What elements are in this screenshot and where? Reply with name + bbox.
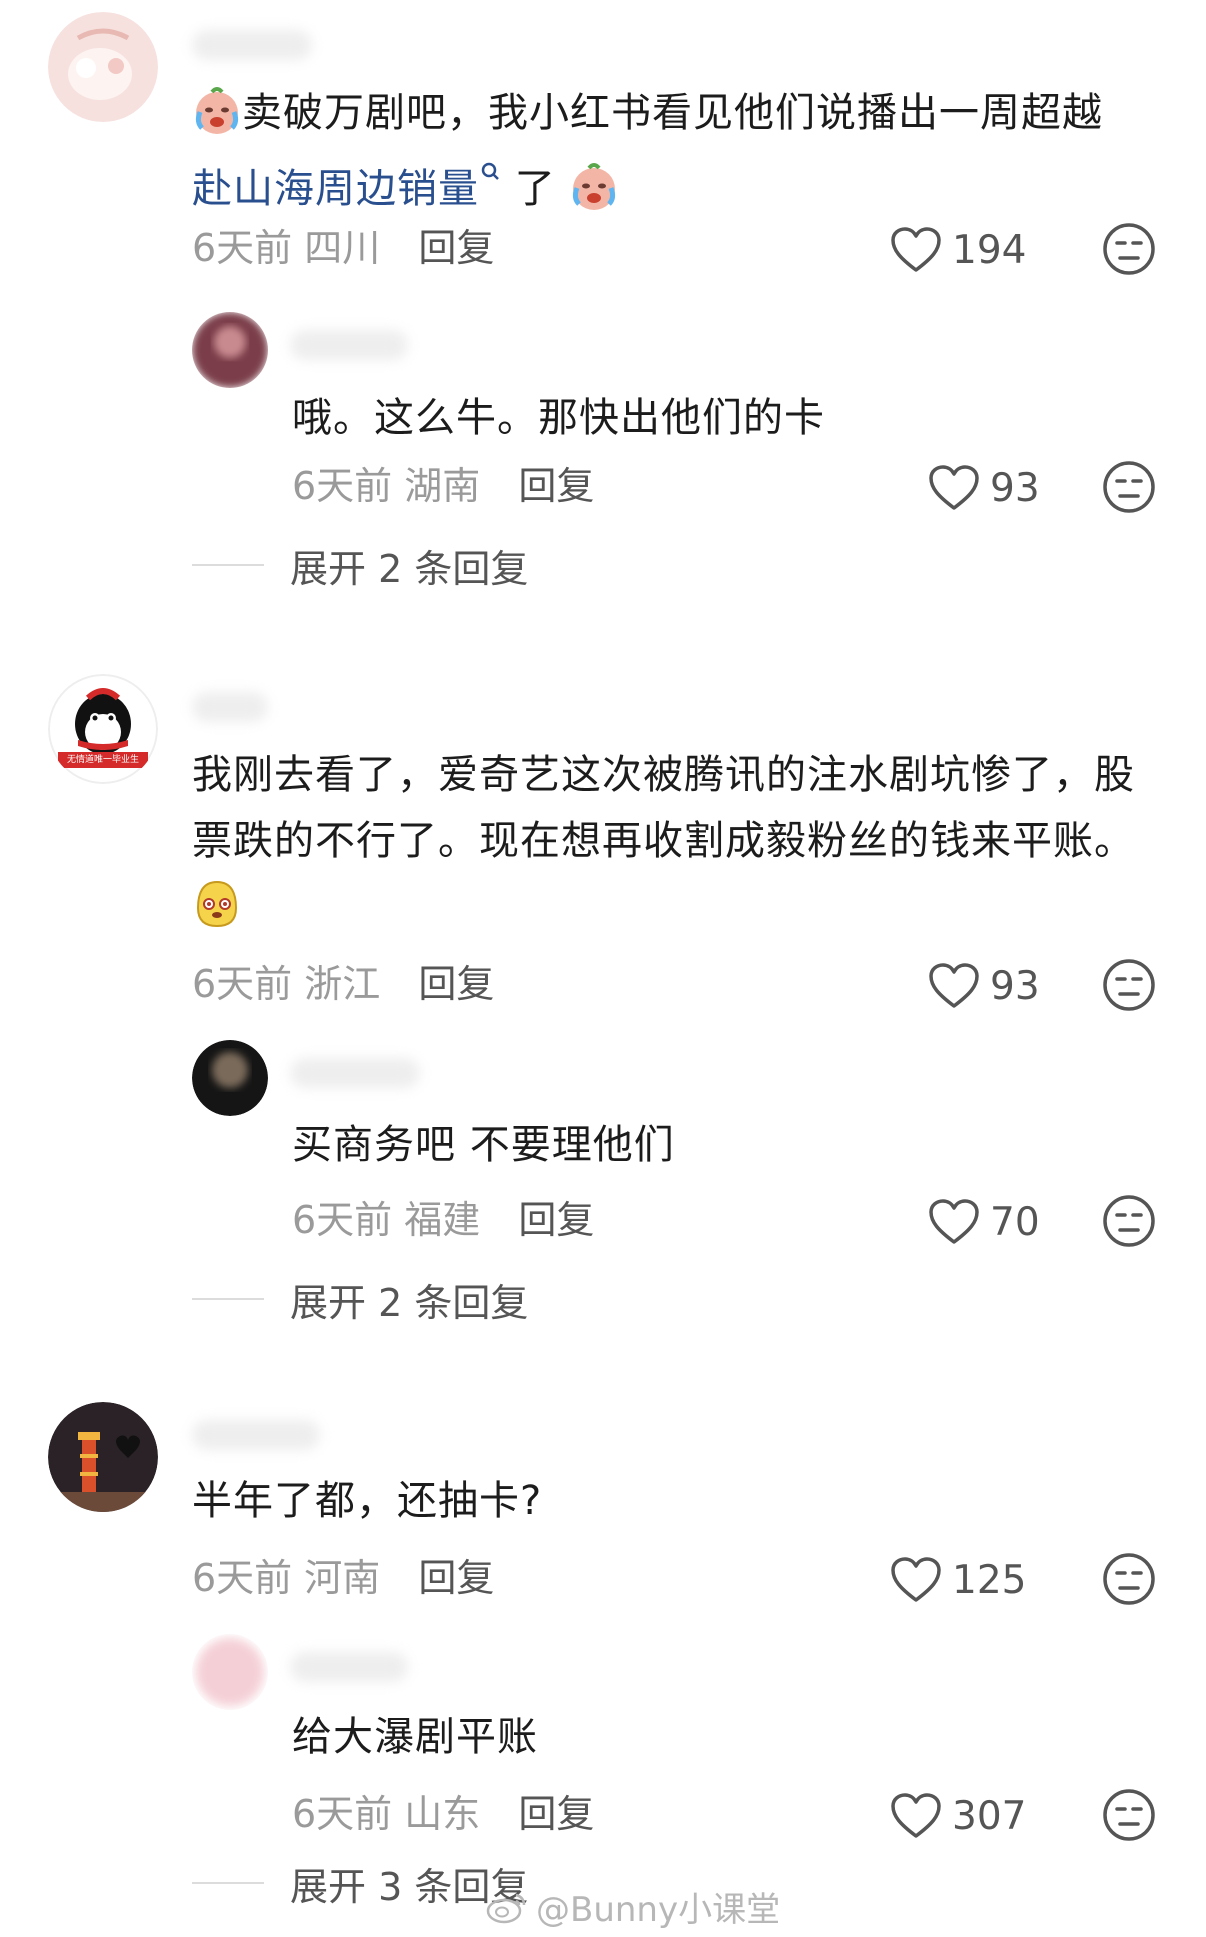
- reply-time: 6天前: [292, 1198, 393, 1242]
- weibo-logo-icon: [486, 1893, 526, 1923]
- like-count: 93: [990, 465, 1040, 511]
- dislike-button[interactable]: [1102, 1788, 1156, 1842]
- username-blurred[interactable]: [192, 692, 268, 722]
- dislike-button[interactable]: [1102, 222, 1156, 276]
- like-button[interactable]: 93: [928, 460, 1040, 516]
- neutral-face-icon: [1103, 1789, 1155, 1841]
- reply-time: 6天前: [292, 1792, 393, 1836]
- like-count: 194: [952, 227, 1027, 273]
- comment-time: 6天前: [192, 226, 293, 270]
- avatar[interactable]: 无情道唯一毕业生: [48, 674, 158, 784]
- comment-text: 卖破万剧吧，我小红书看见他们说播出一周超越 赴山海周边销量 了: [192, 80, 1152, 232]
- heart-icon: [929, 963, 979, 1008]
- dislike-button[interactable]: [1102, 1552, 1156, 1606]
- comment-text: 半年了都，还抽卡?: [192, 1478, 543, 1524]
- reply-meta: 6天前 福建 回复: [292, 1196, 594, 1244]
- reply-meta: 6天前 山东 回复: [292, 1790, 594, 1838]
- crying-emoji-icon: [569, 162, 619, 232]
- reply-button[interactable]: 回复: [518, 1792, 594, 1836]
- like-button[interactable]: 125: [890, 1552, 1026, 1608]
- reply-meta: 6天前 湖南 回复: [292, 462, 594, 510]
- reply-button[interactable]: 回复: [518, 464, 594, 508]
- username-blurred[interactable]: [290, 1652, 408, 1682]
- heart-icon: [891, 1557, 941, 1602]
- expand-replies-label: 展开 2 条回复: [290, 546, 529, 591]
- reply-location: 福建: [404, 1198, 481, 1242]
- reply-text: 给大瀑剧平账: [292, 1714, 538, 1760]
- like-button[interactable]: 93: [928, 958, 1040, 1014]
- dislike-button[interactable]: [1102, 460, 1156, 514]
- reply-time: 6天前: [292, 464, 393, 508]
- reply-button[interactable]: 回复: [418, 1556, 494, 1600]
- crying-emoji-icon: [192, 86, 242, 156]
- comment-meta: 6天前 四川 回复: [192, 224, 494, 272]
- avatar[interactable]: [48, 1402, 158, 1512]
- reply-button[interactable]: 回复: [418, 226, 494, 270]
- heart-icon: [929, 1199, 979, 1244]
- reply-location: 山东: [404, 1792, 481, 1836]
- expand-replies-label: 展开 2 条回复: [290, 1280, 529, 1325]
- reply-avatar[interactable]: [192, 312, 268, 388]
- watermark-text: @Bunny小课堂: [536, 1890, 781, 1930]
- dislike-button[interactable]: [1102, 958, 1156, 1012]
- blushing-emoji-icon: [192, 878, 242, 950]
- like-count: 70: [990, 1199, 1040, 1245]
- like-button[interactable]: 307: [890, 1788, 1026, 1844]
- reply-location: 湖南: [404, 464, 481, 508]
- reply-text: 买商务吧 不要理他们: [292, 1122, 675, 1168]
- expand-replies-button[interactable]: 展开 2 条回复: [192, 540, 529, 591]
- search-link[interactable]: 赴山海周边销量: [192, 162, 501, 212]
- neutral-face-icon: [1103, 223, 1155, 275]
- expand-replies-button[interactable]: 展开 2 条回复: [192, 1274, 529, 1325]
- divider-line: [192, 1298, 264, 1300]
- reply-avatar[interactable]: [192, 1634, 268, 1710]
- comment-location: 浙江: [304, 962, 381, 1006]
- dislike-button[interactable]: [1102, 1194, 1156, 1248]
- username-blurred[interactable]: [192, 1420, 320, 1450]
- avatar[interactable]: [48, 12, 158, 122]
- comment-time: 6天前: [192, 962, 293, 1006]
- username-blurred[interactable]: [192, 30, 312, 60]
- neutral-face-icon: [1103, 959, 1155, 1011]
- comment-location: 四川: [304, 226, 381, 270]
- reply-button[interactable]: 回复: [418, 962, 494, 1006]
- comment-location: 河南: [304, 1556, 381, 1600]
- like-button[interactable]: 70: [928, 1194, 1040, 1250]
- expand-replies-button[interactable]: 展开 3 条回复: [192, 1858, 528, 1909]
- reply-button[interactable]: 回复: [518, 1198, 594, 1242]
- like-button[interactable]: 194: [890, 222, 1026, 278]
- comment-text: 我刚去看了，爱奇艺这次被腾讯的注水剧坑惨了，股票跌的不行了。现在想再收割成毅粉丝…: [192, 742, 1162, 950]
- comment-time: 6天前: [192, 1556, 293, 1600]
- username-blurred[interactable]: [290, 330, 408, 360]
- neutral-face-icon: [1103, 1195, 1155, 1247]
- neutral-face-icon: [1103, 1553, 1155, 1605]
- comment-meta: 6天前 河南 回复: [192, 1554, 494, 1602]
- comment-meta: 6天前 浙江 回复: [192, 960, 494, 1008]
- watermark: @Bunny小课堂: [486, 1882, 780, 1931]
- heart-icon: [891, 1793, 941, 1838]
- heart-icon: [929, 465, 979, 510]
- reply-avatar[interactable]: [192, 1040, 268, 1116]
- like-count: 307: [952, 1793, 1027, 1839]
- like-count: 93: [990, 963, 1040, 1009]
- username-blurred[interactable]: [290, 1058, 420, 1088]
- reply-text: 哦。这么牛。那快出他们的卡: [292, 395, 825, 441]
- avatar-caption: 无情道唯一毕业生: [66, 755, 139, 765]
- like-count: 125: [952, 1557, 1027, 1603]
- divider-line: [192, 564, 264, 566]
- divider-line: [192, 1882, 264, 1884]
- heart-icon: [891, 227, 941, 272]
- neutral-face-icon: [1103, 461, 1155, 513]
